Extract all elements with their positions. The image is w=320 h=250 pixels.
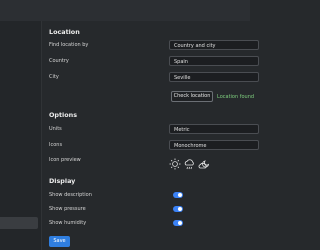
show-description-label: Show description <box>49 192 92 198</box>
city-field[interactable]: Seville <box>169 72 259 82</box>
partly-cloudy-night-icon <box>198 160 210 169</box>
icon-preview-label: Icon preview <box>49 157 81 163</box>
country-label: Country <box>49 58 69 64</box>
save-button[interactable]: Save <box>49 236 70 247</box>
options-section-title: Options <box>49 111 77 119</box>
country-select[interactable]: Spain <box>169 56 259 66</box>
icon-preview <box>169 155 219 170</box>
sidebar <box>0 21 42 250</box>
check-location-button[interactable]: Check location <box>171 91 213 102</box>
rain-cloud-icon <box>184 159 194 170</box>
icons-label: Icons <box>49 142 63 148</box>
units-select[interactable]: Metric <box>169 124 259 134</box>
find-by-label: Find location by <box>49 42 89 48</box>
top-strip <box>0 0 250 21</box>
show-humidity-label: Show humidity <box>49 220 87 226</box>
city-label: City <box>49 74 59 80</box>
location-section-title: Location <box>49 28 80 36</box>
settings-panel: Location Find location by Country and ci… <box>41 21 259 250</box>
find-by-select[interactable]: Country and city <box>169 40 259 50</box>
sun-icon <box>169 158 181 170</box>
show-pressure-label: Show pressure <box>49 206 86 212</box>
icons-select[interactable]: Monochrome <box>169 140 259 150</box>
display-section-title: Display <box>49 177 76 185</box>
show-description-toggle[interactable] <box>173 192 183 198</box>
sidebar-selected-item[interactable] <box>0 217 38 229</box>
units-label: Units <box>49 126 62 132</box>
location-status-text: Location found <box>217 94 255 100</box>
show-pressure-toggle[interactable] <box>173 206 183 212</box>
show-humidity-toggle[interactable] <box>173 220 183 226</box>
